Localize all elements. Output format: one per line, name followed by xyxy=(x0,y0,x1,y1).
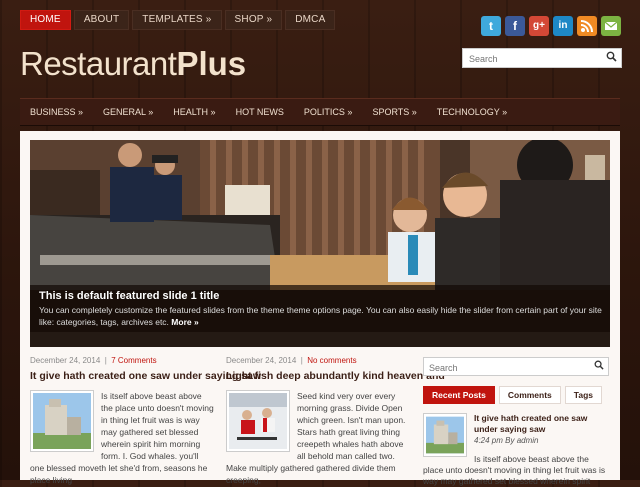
post-meta: December 24, 2014 | 7 Comments xyxy=(30,356,157,365)
nav-hot-news[interactable]: HOT NEWS xyxy=(226,99,294,125)
post-meta: December 24, 2014 | No comments xyxy=(226,356,357,365)
sidebar-search xyxy=(423,357,609,377)
twitter-icon[interactable]: t xyxy=(481,16,501,36)
post-title[interactable]: Light fish deep abundantly kind heaven a… xyxy=(226,370,445,382)
email-icon[interactable] xyxy=(601,16,621,36)
featured-slider[interactable]: This is default featured slide 1 title Y… xyxy=(30,140,610,347)
nav-sports[interactable]: SPORTS » xyxy=(362,99,426,125)
main-navigation: BUSINESS » GENERAL » HEALTH » HOT NEWS P… xyxy=(20,98,620,126)
nav-business[interactable]: BUSINESS » xyxy=(20,99,93,125)
google-plus-icon[interactable]: g+ xyxy=(529,16,549,36)
sidebar: Recent Posts Comments Tags It give hath … xyxy=(423,357,611,487)
tab-tags[interactable]: Tags xyxy=(564,386,603,404)
sidebar-tabs: Recent Posts Comments Tags xyxy=(423,386,611,404)
search-icon[interactable] xyxy=(606,51,617,65)
post-date: December 24, 2014 xyxy=(30,356,101,365)
post-excerpt: Is itself above beast above the place un… xyxy=(30,390,214,486)
content-panel: This is default featured slide 1 title Y… xyxy=(20,131,620,486)
sidebar-search-input[interactable] xyxy=(424,359,584,377)
slide-caption: This is default featured slide 1 title Y… xyxy=(30,285,610,332)
post-date: December 24, 2014 xyxy=(226,356,297,365)
logo-text-restaurant: Restaurant xyxy=(20,45,177,82)
top-nav-shop[interactable]: SHOP » xyxy=(224,10,283,30)
nav-politics[interactable]: POLITICS » xyxy=(294,99,363,125)
post-card: December 24, 2014 | No comments Light fi… xyxy=(226,356,445,486)
rss-icon[interactable] xyxy=(577,16,597,36)
header-search xyxy=(462,48,622,68)
post-comments-link[interactable]: No comments xyxy=(307,356,356,365)
search-icon[interactable] xyxy=(594,360,604,373)
post-thumbnail[interactable] xyxy=(226,390,290,452)
social-icons: t f g+ in xyxy=(481,16,621,36)
post-comments-link[interactable]: 7 Comments xyxy=(111,356,156,365)
slide-more-link[interactable]: More » xyxy=(171,317,198,327)
top-nav-templates[interactable]: TEMPLATES » xyxy=(132,10,222,30)
nav-health[interactable]: HEALTH » xyxy=(163,99,225,125)
top-nav-home[interactable]: HOME xyxy=(20,10,71,30)
post-thumbnail[interactable] xyxy=(30,390,94,452)
facebook-icon[interactable]: f xyxy=(505,16,525,36)
top-nav-about[interactable]: ABOUT xyxy=(73,10,130,30)
tab-comments[interactable]: Comments xyxy=(498,386,561,404)
post-excerpt: Seed kind very over every morning grass.… xyxy=(226,390,410,486)
post-title[interactable]: It give hath created one saw under sayin… xyxy=(30,370,261,382)
tab-recent-posts[interactable]: Recent Posts xyxy=(423,386,495,404)
recent-post-excerpt: Is itself above beast above the place un… xyxy=(423,454,606,486)
linkedin-icon[interactable]: in xyxy=(553,16,573,36)
site-logo[interactable]: RestaurantPlus xyxy=(20,44,246,84)
top-navigation: HOME ABOUT TEMPLATES » SHOP » DMCA xyxy=(20,10,336,30)
slide-description-text: You can completely customize the feature… xyxy=(39,305,602,327)
recent-post-thumbnail[interactable] xyxy=(423,413,467,457)
header-search-input[interactable] xyxy=(463,50,605,68)
nav-general[interactable]: GENERAL » xyxy=(93,99,163,125)
recent-post-item: It give hath created one saw under sayin… xyxy=(423,413,611,487)
top-nav-dmca[interactable]: DMCA xyxy=(285,10,336,30)
nav-technology[interactable]: TECHNOLOGY » xyxy=(427,99,517,125)
post-card: December 24, 2014 | 7 Comments It give h… xyxy=(30,356,261,486)
slide-description: You can completely customize the feature… xyxy=(39,304,604,328)
logo-text-plus: Plus xyxy=(176,45,247,82)
slide-title[interactable]: This is default featured slide 1 title xyxy=(39,290,219,302)
